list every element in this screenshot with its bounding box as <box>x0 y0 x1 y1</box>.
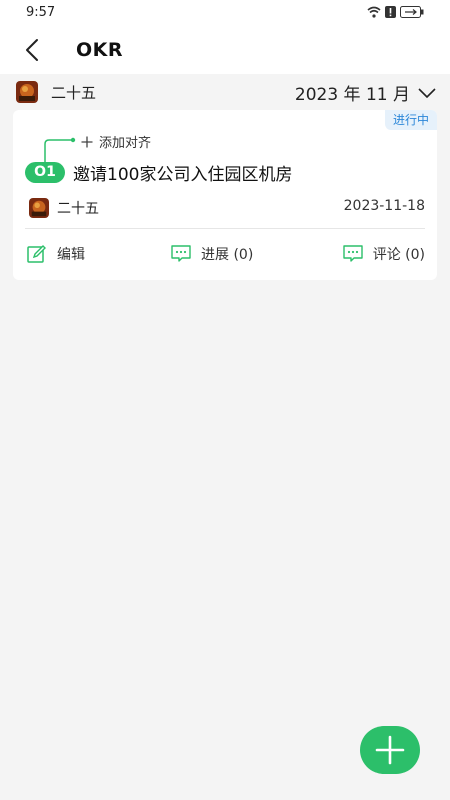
edit-button[interactable]: 编辑 <box>27 244 85 264</box>
progress-button[interactable]: 进展 (0) <box>171 244 253 264</box>
comment-button[interactable]: 评论 (0) <box>343 244 425 264</box>
comment-chat-icon <box>343 245 363 262</box>
edit-icon <box>27 245 46 263</box>
page-title: OKR <box>76 39 124 61</box>
back-arrow-icon <box>26 39 38 61</box>
due-date: 2023-11-18 <box>343 198 425 214</box>
card-actions: 编辑 进展 (0) 评论 (0) <box>13 244 437 266</box>
avatar-image <box>16 81 38 103</box>
objective-badge: O1 <box>25 162 65 183</box>
owner-avatar-image <box>29 198 49 218</box>
owner-avatar <box>29 198 49 218</box>
status-time: 9:57 <box>26 5 56 20</box>
add-align-label: 添加对齐 <box>99 136 152 151</box>
fab-plus-icon <box>375 735 405 765</box>
objective-row[interactable]: O1 邀请100家公司入住园区机房 <box>25 160 292 185</box>
owner-name: 二十五 <box>57 201 99 217</box>
filter-row: 二十五 2023 年 11 月 <box>0 74 450 108</box>
month-label: 2023 年 11 月 <box>294 85 410 105</box>
progress-label: 进展 (0) <box>201 247 254 263</box>
status-badge: 进行中 <box>384 110 437 130</box>
owner-row: 二十五 <box>29 198 99 218</box>
objective-title: 邀请100家公司入住园区机房 <box>73 165 293 185</box>
comment-label: 评论 (0) <box>372 247 425 263</box>
avatar[interactable] <box>16 81 38 103</box>
app-bar: OKR <box>0 26 450 74</box>
add-okr-fab[interactable] <box>360 726 420 774</box>
okr-card[interactable]: 进行中 添加对齐 O1 邀请100家公司入住园区机房 二十五 2023-11-1… <box>13 110 437 280</box>
status-icons <box>367 6 424 18</box>
month-picker[interactable]: 2023 年 11 月 <box>295 80 436 105</box>
wifi-icon <box>367 6 381 18</box>
status-bar: 9:57 <box>0 0 450 26</box>
filter-user-name[interactable]: 二十五 <box>51 82 96 103</box>
divider <box>25 228 425 229</box>
chevron-down-icon <box>418 87 436 98</box>
battery-icon <box>400 6 424 18</box>
progress-chat-icon <box>171 245 191 262</box>
back-button[interactable] <box>18 36 46 64</box>
align-connector-line <box>44 137 76 162</box>
add-align-button[interactable]: 添加对齐 <box>81 132 151 151</box>
alert-icon <box>385 6 396 18</box>
edit-label: 编辑 <box>57 247 85 263</box>
plus-icon <box>81 136 93 147</box>
